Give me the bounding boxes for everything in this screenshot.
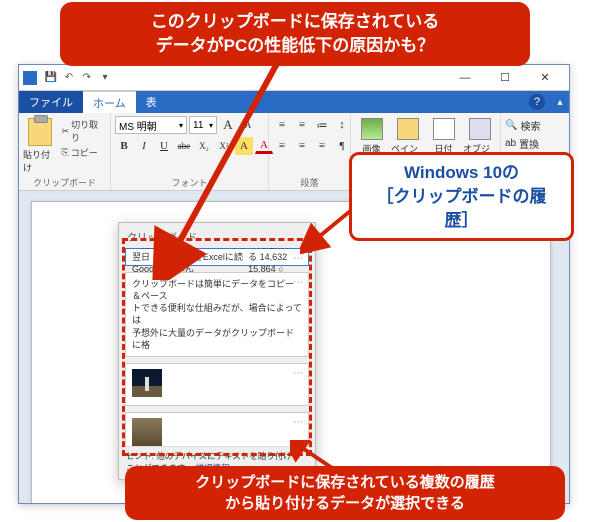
tab-view-truncated[interactable]: 表 — [136, 91, 167, 113]
ribbon-group-font-label: フォント — [115, 175, 264, 189]
paste-button[interactable]: 貼り付け — [23, 116, 57, 175]
app-icon — [23, 71, 37, 85]
bold-button[interactable]: B — [115, 137, 133, 155]
superscript-button[interactable]: X² — [215, 137, 233, 155]
item-menu-icon[interactable]: ⋯ — [293, 276, 303, 290]
annotation-top: このクリップボードに保存されているデータがPCの性能低下の原因かも？ — [60, 2, 530, 66]
qat-redo-icon[interactable]: ↷ — [79, 70, 95, 86]
copy-icon: ⎘ — [62, 147, 69, 158]
clip-text-line: トできる便利な仕組みだが、場合によっては — [132, 302, 302, 326]
item-menu-icon[interactable]: ⋯ — [293, 367, 303, 381]
item-menu-icon[interactable]: ⋯ — [293, 416, 303, 430]
clip-image-thumb — [132, 369, 162, 397]
item-menu-icon[interactable]: ⋯ — [293, 252, 303, 266]
paint-icon — [397, 118, 419, 140]
clipboard-item[interactable]: ⋯ — [125, 363, 309, 406]
scissors-icon: ✂ — [62, 126, 70, 137]
clip-image-thumb — [132, 418, 162, 446]
maximize-button[interactable]: ☐ — [485, 65, 525, 91]
clipboard-item[interactable]: ⋯ 公開日 翌日 Google PDFファイルにしかない表をExcelに読み込ん… — [125, 248, 309, 266]
qat-save-icon[interactable]: 💾 — [43, 70, 59, 86]
clip-text-line: 予想外に大量のデータがクリップボードに格 — [132, 327, 302, 351]
font-name-select[interactable]: MS 明朝▾ — [115, 116, 187, 134]
ribbon-group-paragraph-label: 段落 — [273, 175, 346, 189]
align-left-button[interactable]: ≡ — [273, 137, 291, 155]
paste-icon — [28, 118, 52, 146]
ribbon-group-paragraph: ≡ ≡ ≔ ↕ ≡ ≡ ≡ ¶ 段落 — [269, 113, 351, 190]
bullets-button[interactable]: ≔ — [313, 116, 331, 134]
italic-button[interactable]: I — [135, 137, 153, 155]
tab-file[interactable]: ファイル — [19, 91, 83, 113]
shrink-font-button[interactable]: A — [239, 116, 257, 134]
help-button[interactable]: ? — [529, 94, 545, 110]
ribbon-group-font: MS 明朝▾ 11▾ A A B I U abe X₂ X² A A フォント — [111, 113, 269, 190]
align-center-button[interactable]: ≡ — [293, 137, 311, 155]
quick-access-toolbar: 💾 ↶ ↷ ▾ — [43, 70, 113, 86]
clip-text-line: クリップボードは簡単にデータをコピー＆ペース — [132, 278, 302, 302]
replace-button[interactable]: ab置換 — [505, 136, 546, 151]
image-icon — [361, 118, 383, 140]
increase-indent-button[interactable]: ≡ — [293, 116, 311, 134]
annotation-label-blue: Windows 10の［クリップボードの履歴］ — [349, 152, 574, 241]
qat-dropdown-icon[interactable]: ▾ — [97, 70, 113, 86]
line-spacing-button[interactable]: ↕ — [333, 116, 351, 134]
object-icon — [469, 118, 491, 140]
align-right-button[interactable]: ≡ — [313, 137, 331, 155]
clipboard-panel-title: クリップボード — [119, 223, 315, 248]
underline-button[interactable]: U — [155, 137, 173, 155]
minimize-button[interactable]: — — [445, 65, 485, 91]
close-button[interactable]: ✕ — [525, 65, 565, 91]
paste-label: 貼り付け — [23, 148, 57, 174]
calendar-icon — [433, 118, 455, 140]
font-size-select[interactable]: 11▾ — [189, 116, 217, 134]
clipboard-history-panel: クリップボード ⋯ 公開日 翌日 Google PDFファイルにしかない表をEx… — [118, 222, 316, 480]
clipboard-items-list: ⋯ 公開日 翌日 Google PDFファイルにしかない表をExcelに読み込ん… — [119, 248, 315, 446]
ribbon-tabs: ファイル ホーム 表 ? ▴ — [19, 91, 569, 113]
ribbon-group-clipboard: 貼り付け ✂切り取り ⎘コピー クリップボード — [19, 113, 111, 190]
find-button[interactable]: 🔍検索 — [505, 118, 546, 133]
grow-font-button[interactable]: A — [219, 116, 237, 134]
decrease-indent-button[interactable]: ≡ — [273, 116, 291, 134]
clipboard-item[interactable]: ⋯ クリップボードは簡単にデータをコピー＆ペース トできる便利な仕組みだが、場合… — [125, 272, 309, 357]
collapse-ribbon-icon[interactable]: ▴ — [551, 91, 569, 113]
cut-button[interactable]: ✂切り取り — [62, 118, 104, 144]
copy-button[interactable]: ⎘コピー — [62, 146, 104, 159]
titlebar: 💾 ↶ ↷ ▾ — ☐ ✕ — [19, 65, 569, 91]
qat-undo-icon[interactable]: ↶ — [61, 70, 77, 86]
replace-icon: ab — [505, 138, 516, 149]
strike-button[interactable]: abe — [175, 137, 193, 155]
tab-home[interactable]: ホーム — [83, 91, 136, 113]
subscript-button[interactable]: X₂ — [195, 137, 213, 155]
search-icon: 🔍 — [505, 120, 517, 131]
clipboard-item[interactable]: ⋯ — [125, 412, 309, 446]
annotation-bottom: クリップボードに保存されている複数の履歴から貼り付けるデータが選択できる — [125, 466, 565, 520]
justify-button[interactable]: ¶ — [333, 137, 351, 155]
ribbon-group-clipboard-label: クリップボード — [23, 175, 106, 189]
highlight-button[interactable]: A — [235, 137, 253, 155]
